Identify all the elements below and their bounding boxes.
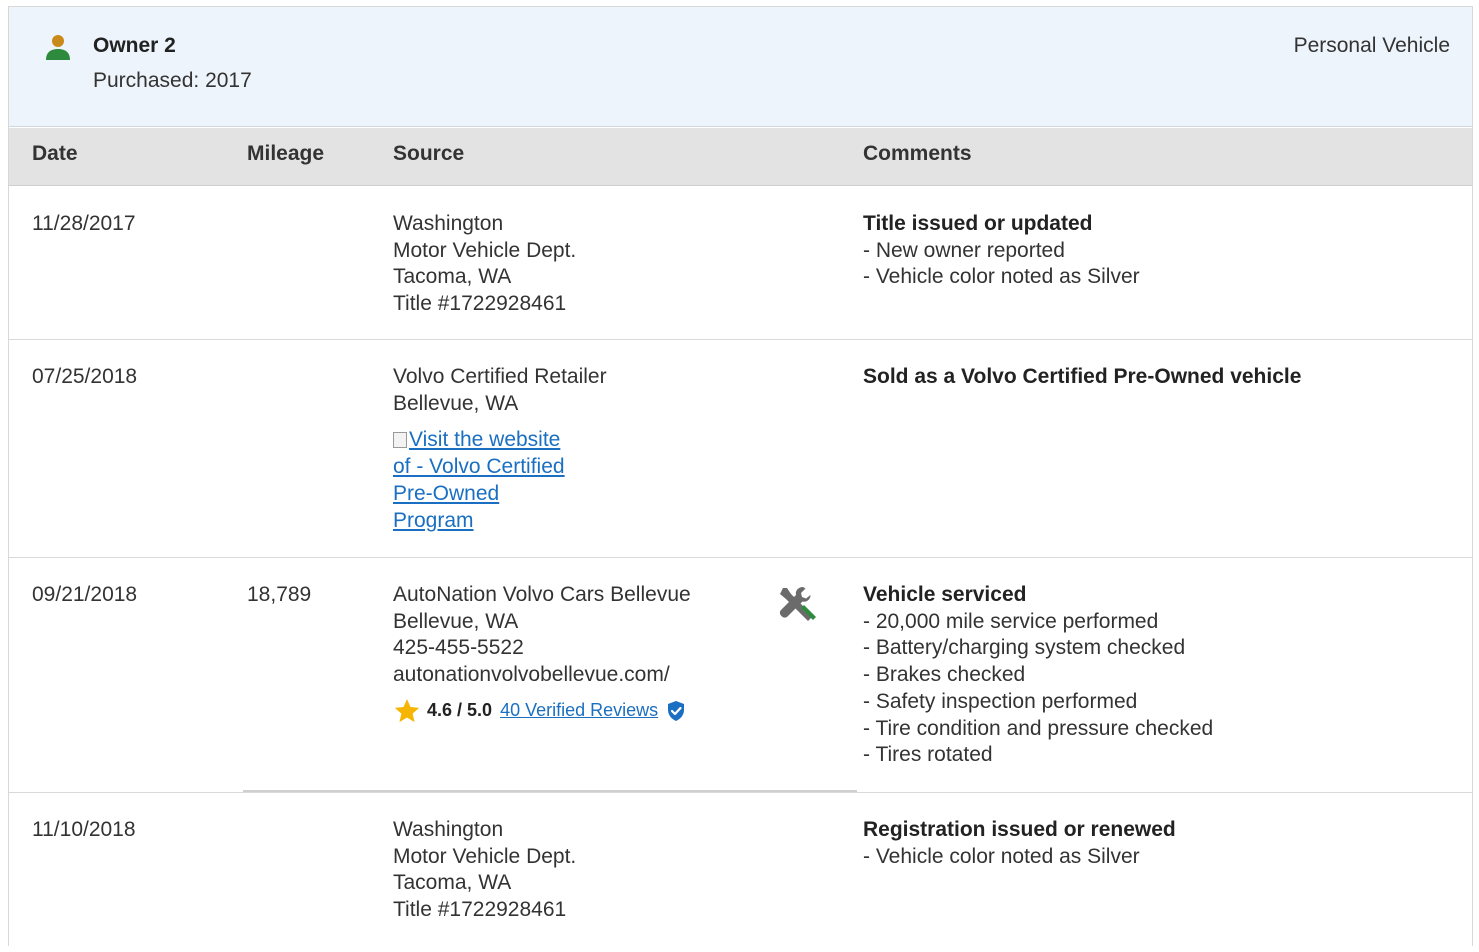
comment-item: - New owner reported — [863, 238, 1065, 262]
broken-image-icon — [393, 432, 407, 449]
star-icon — [394, 698, 420, 722]
column-header-source: Source — [393, 142, 465, 165]
cpo-program-link-text: Visit the website of - Volvo Certified P… — [393, 428, 565, 532]
record-source: Washington Motor Vehicle Dept. Tacoma, W… — [393, 211, 773, 318]
record-source: Washington Motor Vehicle Dept. Tacoma, W… — [393, 817, 773, 924]
record-date: 11/10/2018 — [32, 818, 136, 841]
source-line: Tacoma, WA — [393, 265, 512, 289]
table-header: Date Mileage Source Comments — [9, 128, 1472, 186]
person-icon — [46, 35, 70, 60]
record-date: 09/21/2018 — [32, 583, 138, 606]
table-row: 11/10/2018 Washington Motor Vehicle Dept… — [9, 792, 1472, 952]
source-line: Motor Vehicle Dept. — [393, 844, 577, 868]
service-tools-icon — [779, 587, 816, 621]
record-source: AutoNation Volvo Cars Bellevue Bellevue,… — [393, 582, 773, 725]
owner-purchased-year: Purchased: 2017 — [93, 69, 252, 92]
source-line: Washington — [393, 818, 504, 841]
verified-shield-icon — [668, 700, 685, 721]
record-comments: Sold as a Volvo Certified Pre-Owned vehi… — [863, 364, 1463, 391]
owner-vehicle-type: Personal Vehicle — [1293, 34, 1450, 57]
source-line: Title #1722928461 — [393, 292, 567, 316]
record-mileage: 18,789 — [247, 583, 312, 606]
source-line: Motor Vehicle Dept. — [393, 238, 577, 262]
record-source: Volvo Certified Retailer Bellevue, WA Vi… — [393, 364, 773, 534]
comment-item: - Brakes checked — [863, 663, 1026, 687]
column-header-comments: Comments — [863, 142, 972, 165]
source-line: Washington — [393, 212, 504, 235]
source-line: Title #1722928461 — [393, 898, 567, 922]
record-date: 11/28/2017 — [32, 212, 136, 235]
record-comments: Title issued or updated - New owner repo… — [863, 211, 1463, 291]
record-comments: Vehicle serviced - 20,000 mile service p… — [863, 582, 1463, 769]
comment-title: Sold as a Volvo Certified Pre-Owned vehi… — [863, 365, 1302, 388]
source-line: 425-455-5522 — [393, 636, 524, 660]
source-line: Bellevue, WA — [393, 391, 519, 415]
comment-item: - Battery/charging system checked — [863, 636, 1186, 660]
source-line: Bellevue, WA — [393, 609, 519, 633]
comment-item: - Vehicle color noted as Silver — [863, 265, 1140, 289]
record-date: 07/25/2018 — [32, 365, 138, 388]
source-line: Tacoma, WA — [393, 871, 512, 895]
rating-score: 4.6 / 5.0 — [427, 700, 493, 721]
table-row: 11/28/2017 Washington Motor Vehicle Dept… — [9, 187, 1472, 340]
source-line: autonationvolvobellevue.com/ — [393, 663, 670, 687]
comment-item: - Vehicle color noted as Silver — [863, 844, 1140, 868]
source-line: Volvo Certified Retailer — [393, 365, 607, 388]
column-header-mileage: Mileage — [247, 142, 325, 165]
source-line: AutoNation Volvo Cars Bellevue — [393, 583, 691, 606]
column-header-date: Date — [32, 142, 78, 165]
owner-header: Owner 2 Purchased: 2017 Personal Vehicle — [9, 7, 1472, 127]
cpo-program-link[interactable]: Visit the website of - Volvo Certified P… — [393, 427, 583, 534]
comment-title: Title issued or updated — [863, 212, 1093, 235]
verified-reviews-link[interactable]: 40 Verified Reviews — [500, 697, 658, 724]
owner-name: Owner 2 — [93, 34, 176, 57]
comment-title: Vehicle serviced — [863, 583, 1027, 606]
table-row: 09/21/2018 18,789 AutoNation Volvo Cars … — [9, 558, 1472, 792]
comment-item: - Tire condition and pressure checked — [863, 716, 1214, 740]
ownership-history-card: Owner 2 Purchased: 2017 Personal Vehicle… — [8, 6, 1473, 946]
table-row: 07/25/2018 Volvo Certified Retailer Bell… — [9, 340, 1472, 558]
comment-item: - Tires rotated — [863, 743, 993, 767]
record-comments: Registration issued or renewed - Vehicle… — [863, 817, 1463, 870]
comment-item: - 20,000 mile service performed — [863, 609, 1159, 633]
comment-item: - Safety inspection performed — [863, 689, 1138, 713]
dealer-rating: 4.6 / 5.0 40 Verified Reviews — [393, 697, 773, 725]
comment-title: Registration issued or renewed — [863, 818, 1176, 841]
